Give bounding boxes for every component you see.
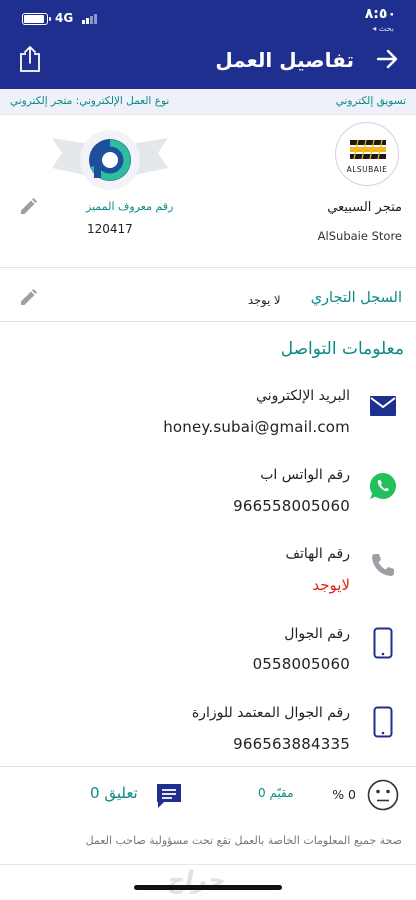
divider xyxy=(0,267,416,268)
contact-section-title: معلومات التواصل xyxy=(280,339,404,359)
battery-icon xyxy=(22,13,51,25)
mail-icon xyxy=(368,391,398,421)
comment-icon[interactable] xyxy=(155,782,183,810)
divider xyxy=(0,321,416,322)
whatsapp-icon[interactable] xyxy=(368,471,398,501)
whatsapp-value[interactable]: 966558005060 xyxy=(233,497,350,515)
ministry-mobile-label: رقم الجوال المعتمد للوزارة xyxy=(191,705,350,721)
mobile-value[interactable]: 0558005060 xyxy=(253,655,350,673)
disclaimer-text: صحة جميع المعلومات الخاصة بالعمل تقع تحت… xyxy=(85,834,402,847)
edit-pencil-icon[interactable] xyxy=(18,197,38,217)
app-header: تفاصيل العمل xyxy=(0,34,416,89)
commercial-register-value: لا يوجد xyxy=(248,293,281,307)
rated-count: 0 مقيّم xyxy=(258,786,294,800)
network-label: 4G xyxy=(55,11,74,25)
edit-pencil-icon[interactable] xyxy=(18,288,38,308)
stats-bar: % 0 0 مقيّم 0 تعليق xyxy=(0,766,416,823)
page-title: تفاصيل العمل xyxy=(215,48,354,72)
status-bar: ٨:٥٠ ◂ بحث 4G xyxy=(0,0,416,34)
store-name: متجر السبيعي xyxy=(327,200,402,215)
mobile-label: رقم الجوال xyxy=(284,626,350,642)
signal-icon xyxy=(82,14,97,24)
maroof-label: رقم معروف المميز xyxy=(86,200,174,213)
email-label: البريد الإلكتروني xyxy=(256,388,350,404)
ministry-mobile-value[interactable]: 966563884335 xyxy=(233,735,350,753)
back-to-app-link[interactable]: ◂ بحث xyxy=(372,24,394,33)
divider xyxy=(0,864,416,865)
phone-icon xyxy=(368,550,398,580)
email-value[interactable]: honey.subai@gmail.com xyxy=(163,418,350,436)
maroof-badge-icon xyxy=(50,128,170,194)
comments-count[interactable]: 0 تعليق xyxy=(90,784,138,802)
category-bar: تسويق إلكتروني نوع العمل الإلكتروني: متج… xyxy=(0,89,416,115)
store-logo-text: ALSUBAIE xyxy=(346,165,388,174)
business-type-label: نوع العمل الإلكتروني: متجر إلكتروني xyxy=(10,95,170,107)
store-name-english: AlSubaie Store xyxy=(317,229,402,243)
mobile-icon xyxy=(368,706,398,738)
back-arrow-icon[interactable] xyxy=(372,44,402,74)
store-logo: ALSUBAIE xyxy=(335,122,399,186)
whatsapp-label: رقم الواتس اب xyxy=(260,467,350,483)
home-indicator[interactable] xyxy=(134,885,282,890)
maroof-number: 120417 xyxy=(87,222,133,236)
status-time: ٨:٥٠ xyxy=(364,6,396,22)
mobile-icon xyxy=(368,627,398,659)
rating-percent: % 0 xyxy=(332,787,356,802)
commercial-register-label: السجل التجاري xyxy=(310,290,402,306)
category-label: تسويق إلكتروني xyxy=(335,95,406,107)
phone-label: رقم الهاتف xyxy=(285,546,350,562)
neutral-face-icon xyxy=(367,779,399,811)
share-icon[interactable] xyxy=(16,43,44,75)
phone-value: لايوجد xyxy=(312,576,350,594)
